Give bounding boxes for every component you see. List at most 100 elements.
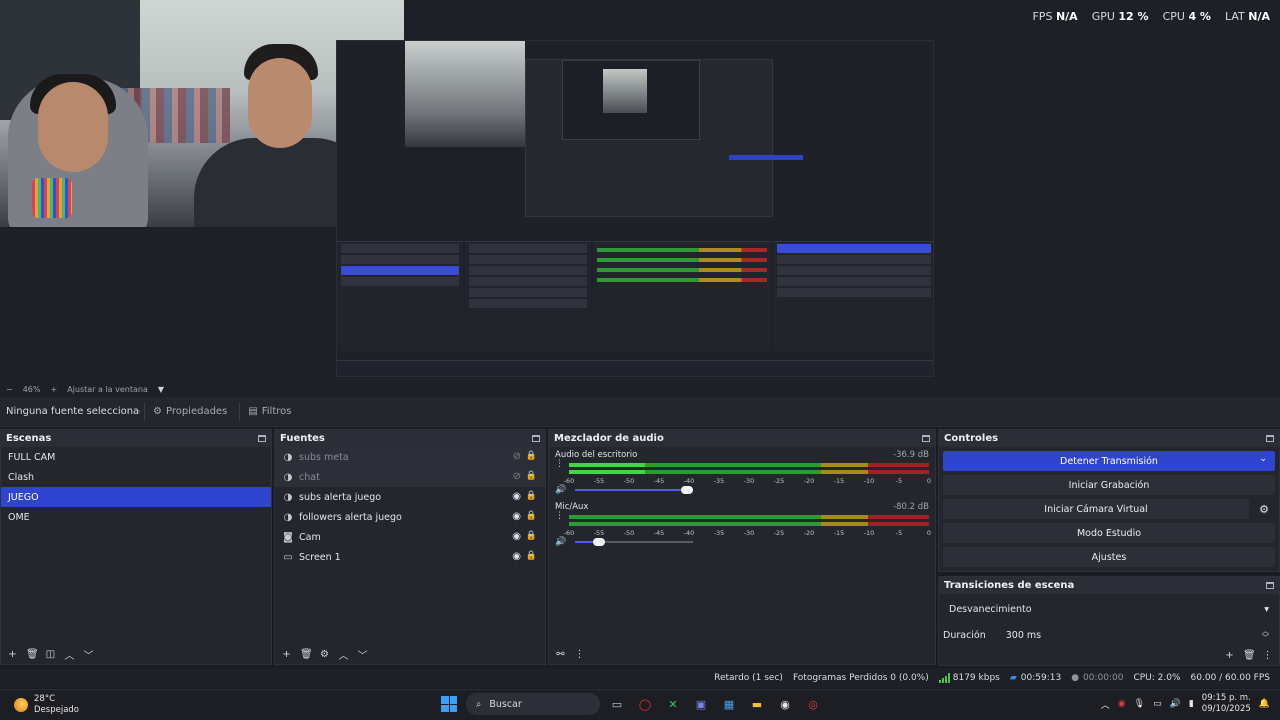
move-up-icon[interactable]: ︿: [64, 647, 75, 662]
undock-icon[interactable]: [1266, 435, 1274, 442]
scene-item[interactable]: OME: [1, 507, 271, 527]
program-preview[interactable]: FPS N/A GPU 12 % CPU 4 % LAT N/A: [0, 0, 1280, 382]
remove-scene-icon[interactable]: 🗑: [26, 649, 39, 660]
properties-button[interactable]: ⚙ Propiedades: [144, 402, 235, 421]
undock-icon[interactable]: [532, 435, 540, 442]
add-source-icon[interactable]: +: [281, 649, 292, 660]
lock-icon[interactable]: 🔒: [526, 471, 537, 481]
task-view-icon[interactable]: ▭: [606, 693, 628, 715]
start-button[interactable]: [438, 693, 460, 715]
bitrate-value: 8179 kbps: [952, 673, 1000, 683]
start-virtual-camera-button[interactable]: Iniciar Cámara Virtual: [943, 499, 1249, 519]
lock-icon[interactable]: 🔒: [526, 511, 537, 521]
tick-label: -40: [683, 477, 695, 485]
gpu-label: GPU: [1091, 10, 1115, 23]
lock-icon[interactable]: 🔒: [526, 531, 537, 541]
scene-item[interactable]: JUEGO: [1, 487, 271, 507]
source-properties-icon[interactable]: ⚙: [319, 649, 330, 660]
lock-icon[interactable]: 🔒: [526, 491, 537, 501]
source-item[interactable]: ◑ chat ⊘ 🔒: [275, 467, 545, 487]
teams-icon[interactable]: ▣: [690, 693, 712, 715]
speaker-icon[interactable]: 🔊: [555, 537, 566, 547]
source-item[interactable]: ▭ Screen 1 ◉ 🔒: [275, 547, 545, 567]
notifications-icon[interactable]: 🔔: [1259, 699, 1270, 709]
scenes-title: Escenas: [6, 433, 52, 444]
fit-window-option[interactable]: Ajustar a la ventana: [67, 385, 148, 394]
battery-icon[interactable]: ▮: [1189, 699, 1194, 709]
status-bar: Retardo (1 sec) Fotogramas Perdidos 0 (0…: [0, 668, 1280, 688]
move-down-icon[interactable]: ﹀: [357, 647, 368, 662]
filters-button[interactable]: ▤ Filtros: [239, 402, 299, 421]
eye-icon[interactable]: ◉: [512, 511, 521, 522]
stop-stream-button[interactable]: Detener Transmisión ⌄: [943, 451, 1275, 471]
fps-status: 60.00 / 60.00 FPS: [1190, 673, 1270, 683]
scene-filters-icon[interactable]: ◫: [45, 649, 56, 660]
source-item[interactable]: ◙ Cam ◉ 🔒: [275, 527, 545, 547]
channel-menu-icon[interactable]: ⋮: [555, 459, 564, 469]
transition-menu-icon[interactable]: ⋮: [1262, 650, 1273, 661]
eye-icon[interactable]: ◉: [512, 491, 521, 502]
tick-label: -40: [683, 529, 695, 537]
speaker-icon[interactable]: 🔊: [555, 485, 566, 495]
app-red-icon[interactable]: ◎: [802, 693, 824, 715]
settings-button[interactable]: Ajustes: [943, 547, 1275, 567]
store-icon[interactable]: ▦: [718, 693, 740, 715]
undock-icon[interactable]: [922, 435, 930, 442]
eye-hidden-icon[interactable]: ⊘: [513, 471, 521, 482]
clock-time: 09:15 p. m.: [1201, 693, 1251, 703]
transitions-toolbar: + 🗑 ⋮: [939, 645, 1279, 665]
tray-overflow-icon[interactable]: ︿: [1101, 698, 1110, 711]
start-recording-button[interactable]: Iniciar Grabación: [943, 475, 1275, 495]
temperature: 28°C: [34, 694, 56, 704]
source-item[interactable]: ◑ subs alerta juego ◉ 🔒: [275, 487, 545, 507]
lock-icon[interactable]: 🔒: [526, 451, 537, 461]
stream-time-status: ▰ 00:59:13: [1010, 673, 1061, 683]
add-transition-icon[interactable]: +: [1224, 650, 1235, 661]
source-item[interactable]: ◑ subs meta ⊘ 🔒: [275, 447, 545, 467]
remove-transition-icon[interactable]: 🗑: [1243, 650, 1256, 661]
move-down-icon[interactable]: ﹀: [83, 647, 94, 662]
lock-icon[interactable]: 🔒: [526, 551, 537, 561]
network-icon[interactable]: ▭: [1153, 699, 1162, 709]
eye-hidden-icon[interactable]: ⊘: [513, 451, 521, 462]
tick-label: -5: [895, 477, 903, 485]
weather-widget[interactable]: 28°C Despejado: [14, 694, 79, 716]
virtual-camera-settings-icon[interactable]: ⚙: [1253, 499, 1275, 519]
source-list: ◑ subs meta ⊘ 🔒 ◑ chat ⊘ 🔒 ◑ subs alerta juego ◉ 🔒 ◑…: [275, 447, 545, 567]
source-context-bar: Ninguna fuente seleccionada ⚙ Propiedade…: [0, 397, 1280, 427]
chevron-down-icon[interactable]: ⌄: [1259, 454, 1267, 464]
transition-select[interactable]: Desvanecimiento ▾: [943, 598, 1275, 620]
remove-source-icon[interactable]: 🗑: [300, 649, 313, 660]
eye-icon[interactable]: ◉: [512, 531, 521, 542]
undock-icon[interactable]: [1266, 582, 1274, 589]
zoom-in-button[interactable]: +: [50, 385, 57, 394]
opera-icon[interactable]: ◯: [634, 693, 656, 715]
clock[interactable]: 09:15 p. m. 09/10/2025: [1202, 693, 1251, 715]
advanced-audio-icon[interactable]: ⚯: [555, 649, 566, 660]
volume-slider-handle[interactable]: [681, 486, 694, 494]
volume-icon[interactable]: 🔊: [1170, 699, 1181, 709]
mic-icon[interactable]: 🎙: [1134, 699, 1145, 709]
file-explorer-icon[interactable]: ▬: [746, 693, 768, 715]
display-capture-icon: ▭: [283, 551, 293, 563]
obs-icon[interactable]: ◉: [774, 693, 796, 715]
channel-menu-icon[interactable]: ⋮: [555, 511, 564, 521]
undock-icon[interactable]: [258, 435, 266, 442]
mixer-menu-icon[interactable]: ⋮: [574, 649, 585, 660]
studio-mode-button[interactable]: Modo Estudio: [943, 523, 1275, 543]
scene-item[interactable]: Clash: [1, 467, 271, 487]
move-up-icon[interactable]: ︿: [338, 647, 349, 662]
no-source-label: Ninguna fuente seleccionada: [6, 406, 140, 417]
zoom-out-button[interactable]: −: [6, 385, 13, 394]
spin-arrows-icon[interactable]: ︿ ﹀: [1262, 628, 1269, 642]
xbox-icon[interactable]: ✕: [662, 693, 684, 715]
zoom-dropdown-icon[interactable]: ▼: [158, 385, 164, 394]
tray-app-icon[interactable]: ◉: [1118, 699, 1126, 709]
source-item[interactable]: ◑ followers alerta juego ◉ 🔒: [275, 507, 545, 527]
volume-slider-handle[interactable]: [592, 538, 605, 546]
scene-item[interactable]: FULL CAM: [1, 447, 271, 467]
add-scene-icon[interactable]: +: [7, 649, 18, 660]
taskbar-search[interactable]: ⌕ Buscar: [466, 693, 600, 715]
duration-spinbox[interactable]: 300 ms ︿ ﹀: [1000, 626, 1275, 644]
eye-icon[interactable]: ◉: [512, 551, 521, 562]
